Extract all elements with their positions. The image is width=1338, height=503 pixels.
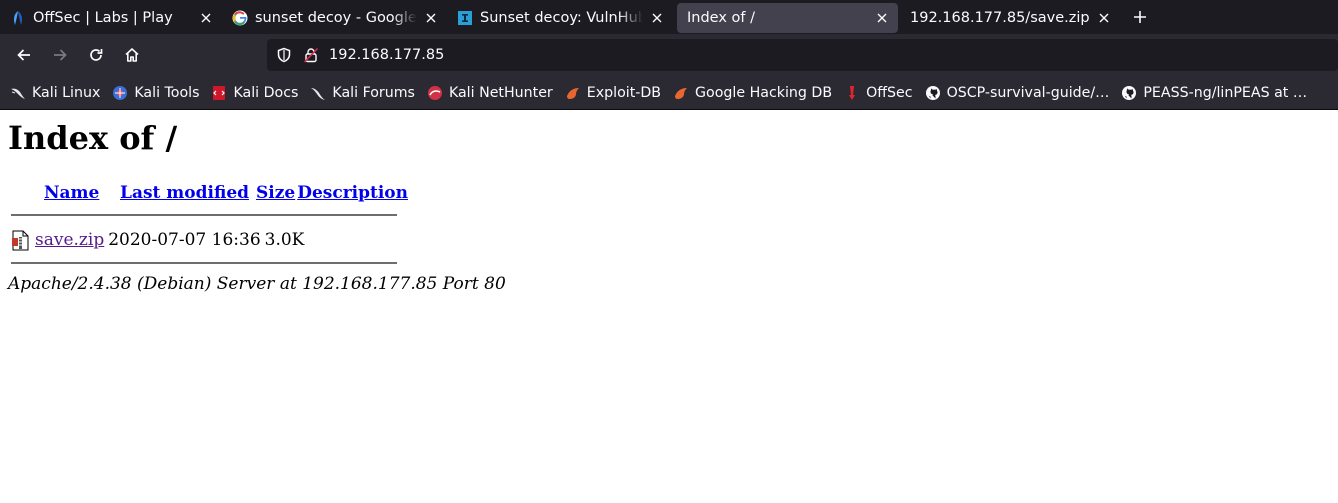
bookmark-oscp-survival-guide[interactable]: OSCP-survival-guide/… <box>925 84 1110 101</box>
directory-listing: Name Last modified Size Description <box>9 179 410 207</box>
arrow-left-icon <box>17 49 30 61</box>
close-icon[interactable] <box>874 10 890 26</box>
google-icon <box>232 10 248 26</box>
close-icon[interactable] <box>1096 10 1112 26</box>
sort-by-description-link[interactable]: Description <box>297 183 408 203</box>
header-divider <box>11 214 397 216</box>
browser-chrome: OffSec | Labs | Play sunset decoy - Goog… <box>0 0 1338 110</box>
home-icon <box>125 48 139 62</box>
tab-google-search[interactable]: sunset decoy - Google Se <box>222 3 447 33</box>
bookmark-label: Exploit-DB <box>586 84 662 101</box>
name-column-header: Name <box>42 181 116 205</box>
url-text: 192.168.177.85 <box>329 47 445 63</box>
tab-title: Index of / <box>687 10 755 26</box>
bookmark-label: Google Hacking DB <box>695 84 833 101</box>
reload-icon <box>90 49 103 61</box>
server-signature: Apache/2.4.38 (Debian) Server at 192.168… <box>8 274 506 294</box>
github-icon <box>1121 85 1137 101</box>
kali-icon <box>10 85 26 101</box>
tab-title: sunset decoy - Google Se <box>255 10 417 26</box>
bookmarks-toolbar: Kali Linux Kali Tools Kali Docs Kali For… <box>0 76 1338 110</box>
close-icon[interactable] <box>423 10 439 26</box>
home-button[interactable] <box>116 39 148 71</box>
reload-button[interactable] <box>80 39 112 71</box>
bookmark-kali-docs[interactable]: Kali Docs <box>211 85 298 101</box>
arrow-right-icon <box>54 49 67 61</box>
offsec-bookmark-icon <box>844 85 860 101</box>
tab-offsec[interactable]: OffSec | Labs | Play <box>0 3 222 33</box>
close-icon[interactable] <box>198 10 214 26</box>
bookmark-exploit-db[interactable]: Exploit-DB <box>565 85 661 101</box>
bookmark-offsec[interactable]: OffSec <box>844 84 913 101</box>
tab-index-of[interactable]: Index of / <box>677 3 898 33</box>
description-column-header: Description <box>297 181 408 205</box>
kali-tools-icon <box>112 85 128 101</box>
sort-by-name-link[interactable]: Name <box>44 183 99 203</box>
tab-save-zip[interactable]: 192.168.177.85/save.zip <box>898 3 1120 33</box>
bookmark-kali-tools[interactable]: Kali Tools <box>112 85 199 101</box>
offsec-icon <box>10 10 26 26</box>
tab-title: 192.168.177.85/save.zip <box>910 10 1090 26</box>
listing-header-row: Name Last modified Size Description <box>11 181 408 205</box>
bookmark-label: Kali Forums <box>332 84 415 101</box>
navigation-bar: 192.168.177.85 <box>0 34 1338 76</box>
bookmark-label: Kali Linux <box>32 84 101 101</box>
file-link-save-zip[interactable]: save.zip <box>35 230 104 250</box>
kali-docs-icon <box>211 85 227 101</box>
infosec-icon <box>457 10 473 26</box>
exploit-db-icon <box>565 85 581 101</box>
new-tab-button[interactable] <box>1126 3 1154 31</box>
bookmark-label: OSCP-survival-guide/… <box>946 84 1110 101</box>
file-size: 3.0K <box>264 230 305 250</box>
bookmark-kali-nethunter[interactable]: Kali NetHunter <box>427 85 553 101</box>
address-bar[interactable]: 192.168.177.85 <box>267 39 1338 71</box>
tab-vulnhub[interactable]: Sunset decoy: VulnHub C <box>447 3 673 33</box>
compressed-file-icon <box>11 229 31 251</box>
kali-forums-icon <box>310 85 326 101</box>
last-modified-column-header: Last modified <box>118 181 254 205</box>
sort-by-size-link[interactable]: Size <box>256 183 295 203</box>
github-icon <box>925 85 941 101</box>
bookmark-label: PEASS-ng/linPEAS at … <box>1143 84 1308 101</box>
tab-title: Sunset decoy: VulnHub C <box>480 10 643 26</box>
ghdb-icon <box>673 85 689 101</box>
footer-divider <box>11 262 397 264</box>
forward-button[interactable] <box>44 39 76 71</box>
bookmark-label: Kali Docs <box>233 84 299 101</box>
size-column-header: Size <box>256 181 295 205</box>
sort-by-last-modified-link[interactable]: Last modified <box>120 183 249 203</box>
tab-bar: OffSec | Labs | Play sunset decoy - Goog… <box>0 0 1338 34</box>
page-title: Index of / <box>8 119 178 157</box>
table-row: save.zip 2020-07-07 16:36 3.0K <box>11 229 304 251</box>
nethunter-icon <box>427 85 443 101</box>
icon-column-header <box>11 181 40 205</box>
bookmark-label: Kali NetHunter <box>448 84 553 101</box>
close-icon[interactable] <box>649 10 665 26</box>
insecure-lock-icon[interactable] <box>302 46 320 64</box>
file-last-modified: 2020-07-07 16:36 <box>108 230 261 250</box>
tracking-protection-icon[interactable] <box>275 46 293 64</box>
bookmark-kali-forums[interactable]: Kali Forums <box>310 85 415 101</box>
plus-icon <box>1134 11 1146 23</box>
bookmark-label: Kali Tools <box>134 84 200 101</box>
tab-title: OffSec | Labs | Play <box>33 10 173 26</box>
page-content: Index of / Name Last modified Size Descr… <box>0 110 1338 503</box>
bookmark-kali-linux[interactable]: Kali Linux <box>10 85 100 101</box>
bookmark-label: OffSec <box>866 84 913 101</box>
back-button[interactable] <box>8 39 40 71</box>
bookmark-google-hacking-db[interactable]: Google Hacking DB <box>673 85 832 101</box>
bookmark-peass-ng[interactable]: PEASS-ng/linPEAS at … <box>1121 85 1307 101</box>
